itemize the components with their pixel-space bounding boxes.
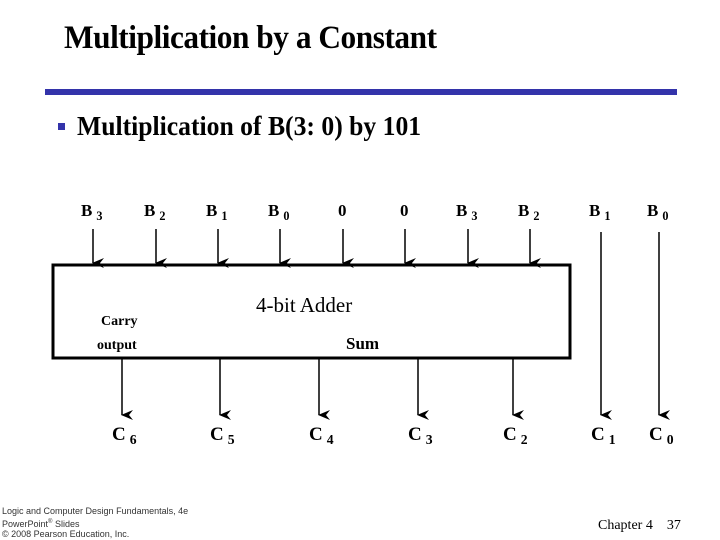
adder-diagram: 4-bit Adder Carry output Sum B3 B2 B1 B0 0 0 B… xyxy=(51,201,674,447)
input-label: B0 xyxy=(268,201,289,223)
book-credit: Logic and Computer Design Fundamentals, … xyxy=(2,506,188,540)
output-label: C3 xyxy=(408,424,433,447)
input-label: 0 xyxy=(338,201,347,220)
output-label: C6 xyxy=(112,424,137,447)
output-label: C4 xyxy=(309,424,334,447)
sum-label: Sum xyxy=(346,334,379,353)
input-label: B0 xyxy=(647,201,668,223)
input-label: B2 xyxy=(144,201,165,223)
chapter-label: Chapter 4 xyxy=(598,518,653,533)
carry-label-line2: output xyxy=(97,338,137,353)
page-number: 37 xyxy=(666,518,681,533)
input-label: B3 xyxy=(81,201,102,223)
book-title: Logic and Computer Design Fundamentals, … xyxy=(2,506,189,516)
output-label: C1 xyxy=(591,424,616,447)
input-label: 0 xyxy=(400,201,409,220)
output-label: C5 xyxy=(210,424,235,447)
adder-label: 4-bit Adder xyxy=(256,293,352,317)
carry-label-line1: Carry xyxy=(101,314,138,329)
output-label: C2 xyxy=(503,424,528,447)
book-slides: PowerPoint® Slides xyxy=(2,518,80,529)
input-label: B1 xyxy=(206,201,227,223)
slide-footer: Chapter 4 37 xyxy=(598,518,681,534)
input-label: B2 xyxy=(518,201,539,223)
input-label: B3 xyxy=(456,201,477,223)
output-label: C0 xyxy=(649,424,674,447)
input-label: B1 xyxy=(589,201,610,223)
copyright: © 2008 Pearson Education, Inc. xyxy=(2,529,130,539)
